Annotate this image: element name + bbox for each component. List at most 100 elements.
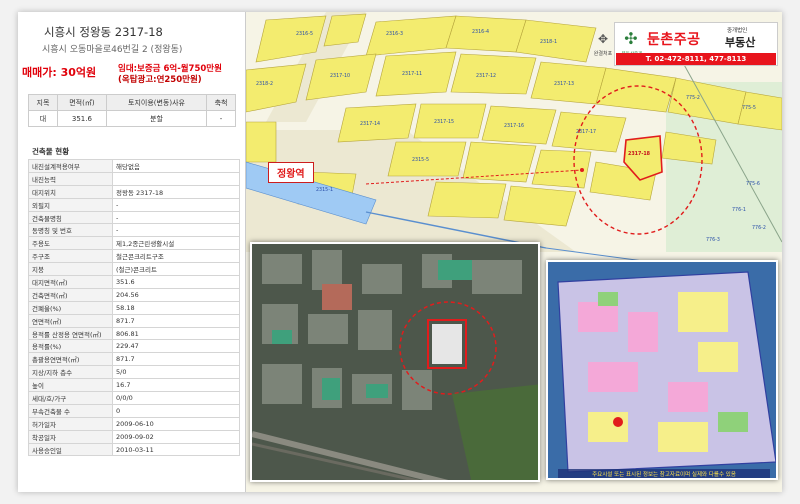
zoning-target-marker [613,417,623,427]
building-row-value: 2010-03-11 [112,442,240,457]
building-row: 부속건축물 수0 [28,403,240,418]
building-row-key: 높이 [28,378,113,393]
building-row-key: 허가일자 [28,416,113,431]
building-row-key: 부속건축물 수 [28,403,113,418]
rent-terms: 임대:보증금 6억-월750만원 (옥탑광고:연250만원) [118,64,222,86]
address-jibun: 시흥시 정왕동 2317-18 [44,25,163,39]
lot-label: 2317-11 [402,72,423,77]
building-row: 착공일자 2009-09-02 [28,429,240,444]
agency-banner[interactable]: ✣ 부동산중개 둔촌주공 중개법인 부동산 T. 02-472-8111, 47… [614,22,778,66]
zoning-caption: 주요시설 또는 표시된 정보는 참고자료이며 실제와 다를수 있음 [558,469,770,478]
sale-price: 매매가: 30억원 [22,66,97,79]
building-row-value: 58.18 [112,300,240,315]
building-row-value: 제1,2종근린생활시설 [112,236,240,251]
agency-name: 둔촌주공 [647,32,701,48]
rent-deposit: 임대:보증금 6억-월750만원 [118,64,222,74]
building-row-value [112,171,240,186]
address-road: 시흥시 오동마을로46번길 2 (정왕동) [42,45,183,55]
target-building [432,324,462,364]
building-row-key: 외필지 [28,197,113,212]
lot-label: 776-1 [732,208,746,213]
lot-label: 2317-10 [330,74,351,79]
lot-label: 2317-17 [576,130,597,135]
parcel [462,141,537,183]
lot-label: 2317-16 [504,124,525,129]
lot-label: 775-5 [742,106,756,111]
building-row: 대지면적(㎡) 351.6 [28,275,240,289]
building-row-value: 0 [112,403,240,418]
building-row-key: 용적률 산정용 연면적(㎡) [28,326,113,341]
building-row-value: 806.81 [112,326,240,341]
cadastral-map[interactable]: 2316-5 2316-3 2316-4 2318-1 2318-2 2317-… [246,12,782,492]
aerial-photo [250,242,540,482]
building-row-key: 주용도 [28,236,113,251]
land-table-row: 대 351.6 분할 - [28,110,236,127]
building-row-value: 0/0/0 [112,391,240,405]
building-row-value: 229.47 [112,339,240,354]
building-row-key: 세대/호/가구 [28,391,113,405]
building-row: 사용승인일 2010-03-11 [28,442,240,457]
land-cell: - [206,110,236,127]
building-row: 내진능력 [28,171,240,186]
building-row: 용적률 산정용 연면적(㎡) 806.81 [28,326,240,341]
land-header-cell: 토지이용(변동)사유 [105,94,208,111]
building-row-value: 5/0 [112,365,240,380]
agency-logo-icon: ✣ [624,29,638,48]
agency-phone: T. 02-472-8111, 477-8113 [616,53,776,65]
building-section-title: 건축물 현황 [32,147,70,156]
building-row: 외필지 - [28,197,240,212]
land-cell: 351.6 [56,110,107,127]
building-row-value: 정왕동 2317-18 [112,184,240,199]
land-cell: 분할 [105,110,208,127]
building-row-key: 사용승인일 [28,442,113,457]
building-row-key: 총괄용연면적(㎡) [28,352,113,367]
building-row: 지상/지하 층수 5/0 [28,365,240,380]
land-header-cell: 축척 [206,94,236,111]
building-row-value: 16.7 [112,378,240,393]
building-row-value: - [112,197,240,212]
lot-label: 2317-14 [360,122,381,127]
building-row-value: - [112,210,240,225]
aerial-photo-svg [252,244,538,480]
building-row-key: 용적률(%) [28,339,113,354]
building-row-key: 착공일자 [28,429,113,444]
agency-tag-top: 중개법인 [727,28,748,34]
building-row-value: 871.7 [112,352,240,367]
building-row-key: 대지면적(㎡) [28,275,113,289]
building-row: 지붕 (철근)콘크리트 [28,262,240,277]
rooftop-ad-income: (옥탑광고:연250만원) [118,75,202,85]
building-row: 주용도 제1,2종근린생활시설 [28,236,240,251]
building-table: 내진설계적용여부 해당없음 내진능력 대지위치 정왕동 2317-18 외필지 - 건축물명칭… [28,159,240,457]
building-row: 연면적(㎡) 871.7 [28,313,240,328]
zoning-map-svg [548,262,776,478]
building-row-key: 지상/지하 층수 [28,365,113,380]
building-row: 건폐율(%) 58.18 [28,300,240,315]
building-row: 내진설계적용여부 해당없음 [28,159,240,173]
building-row-value: - [112,223,240,238]
parcel [503,185,577,227]
building-row-key: 건축면적(㎡) [28,287,113,302]
content-card: 시흥시 정왕동 2317-18 시흥시 오동마을로46번길 2 (정왕동) 매매… [18,12,782,492]
land-header-cell: 면적(㎡) [56,94,107,111]
station-label: 정왕역 [268,162,314,183]
lot-label: 2318-2 [256,82,273,87]
building-row-key: 건축물명칭 [28,210,113,225]
red-roof [322,284,352,310]
cursor-tool-icon[interactable]: ✥ [592,32,614,62]
parcel [427,181,507,219]
lot-label: 775-6 [746,182,760,187]
building-row: 용적률(%) 229.47 [28,339,240,354]
building-row-value: 871.7 [112,313,240,328]
land-table-header: 지목 면적(㎡) 토지이용(변동)사유 축척 [28,94,236,111]
lot-label: 2317-13 [554,82,575,87]
building-row: 세대/호/가구 0/0/0 [28,391,240,405]
building-row-value: 2009-09-02 [112,429,240,444]
lot-label: 2317-12 [476,74,497,79]
building-row-value: (철근)콘크리트 [112,262,240,277]
listing-info-panel: 시흥시 정왕동 2317-18 시흥시 오동마을로46번길 2 (정왕동) 매매… [18,12,246,492]
lot-label: 2316-3 [386,32,403,37]
building-row: 건축물명칭 - [28,210,240,225]
building-row-key: 동명칭 및 번호 [28,223,113,238]
building-row-key: 연면적(㎡) [28,313,113,328]
building-row: 건축면적(㎡) 204.56 [28,287,240,302]
